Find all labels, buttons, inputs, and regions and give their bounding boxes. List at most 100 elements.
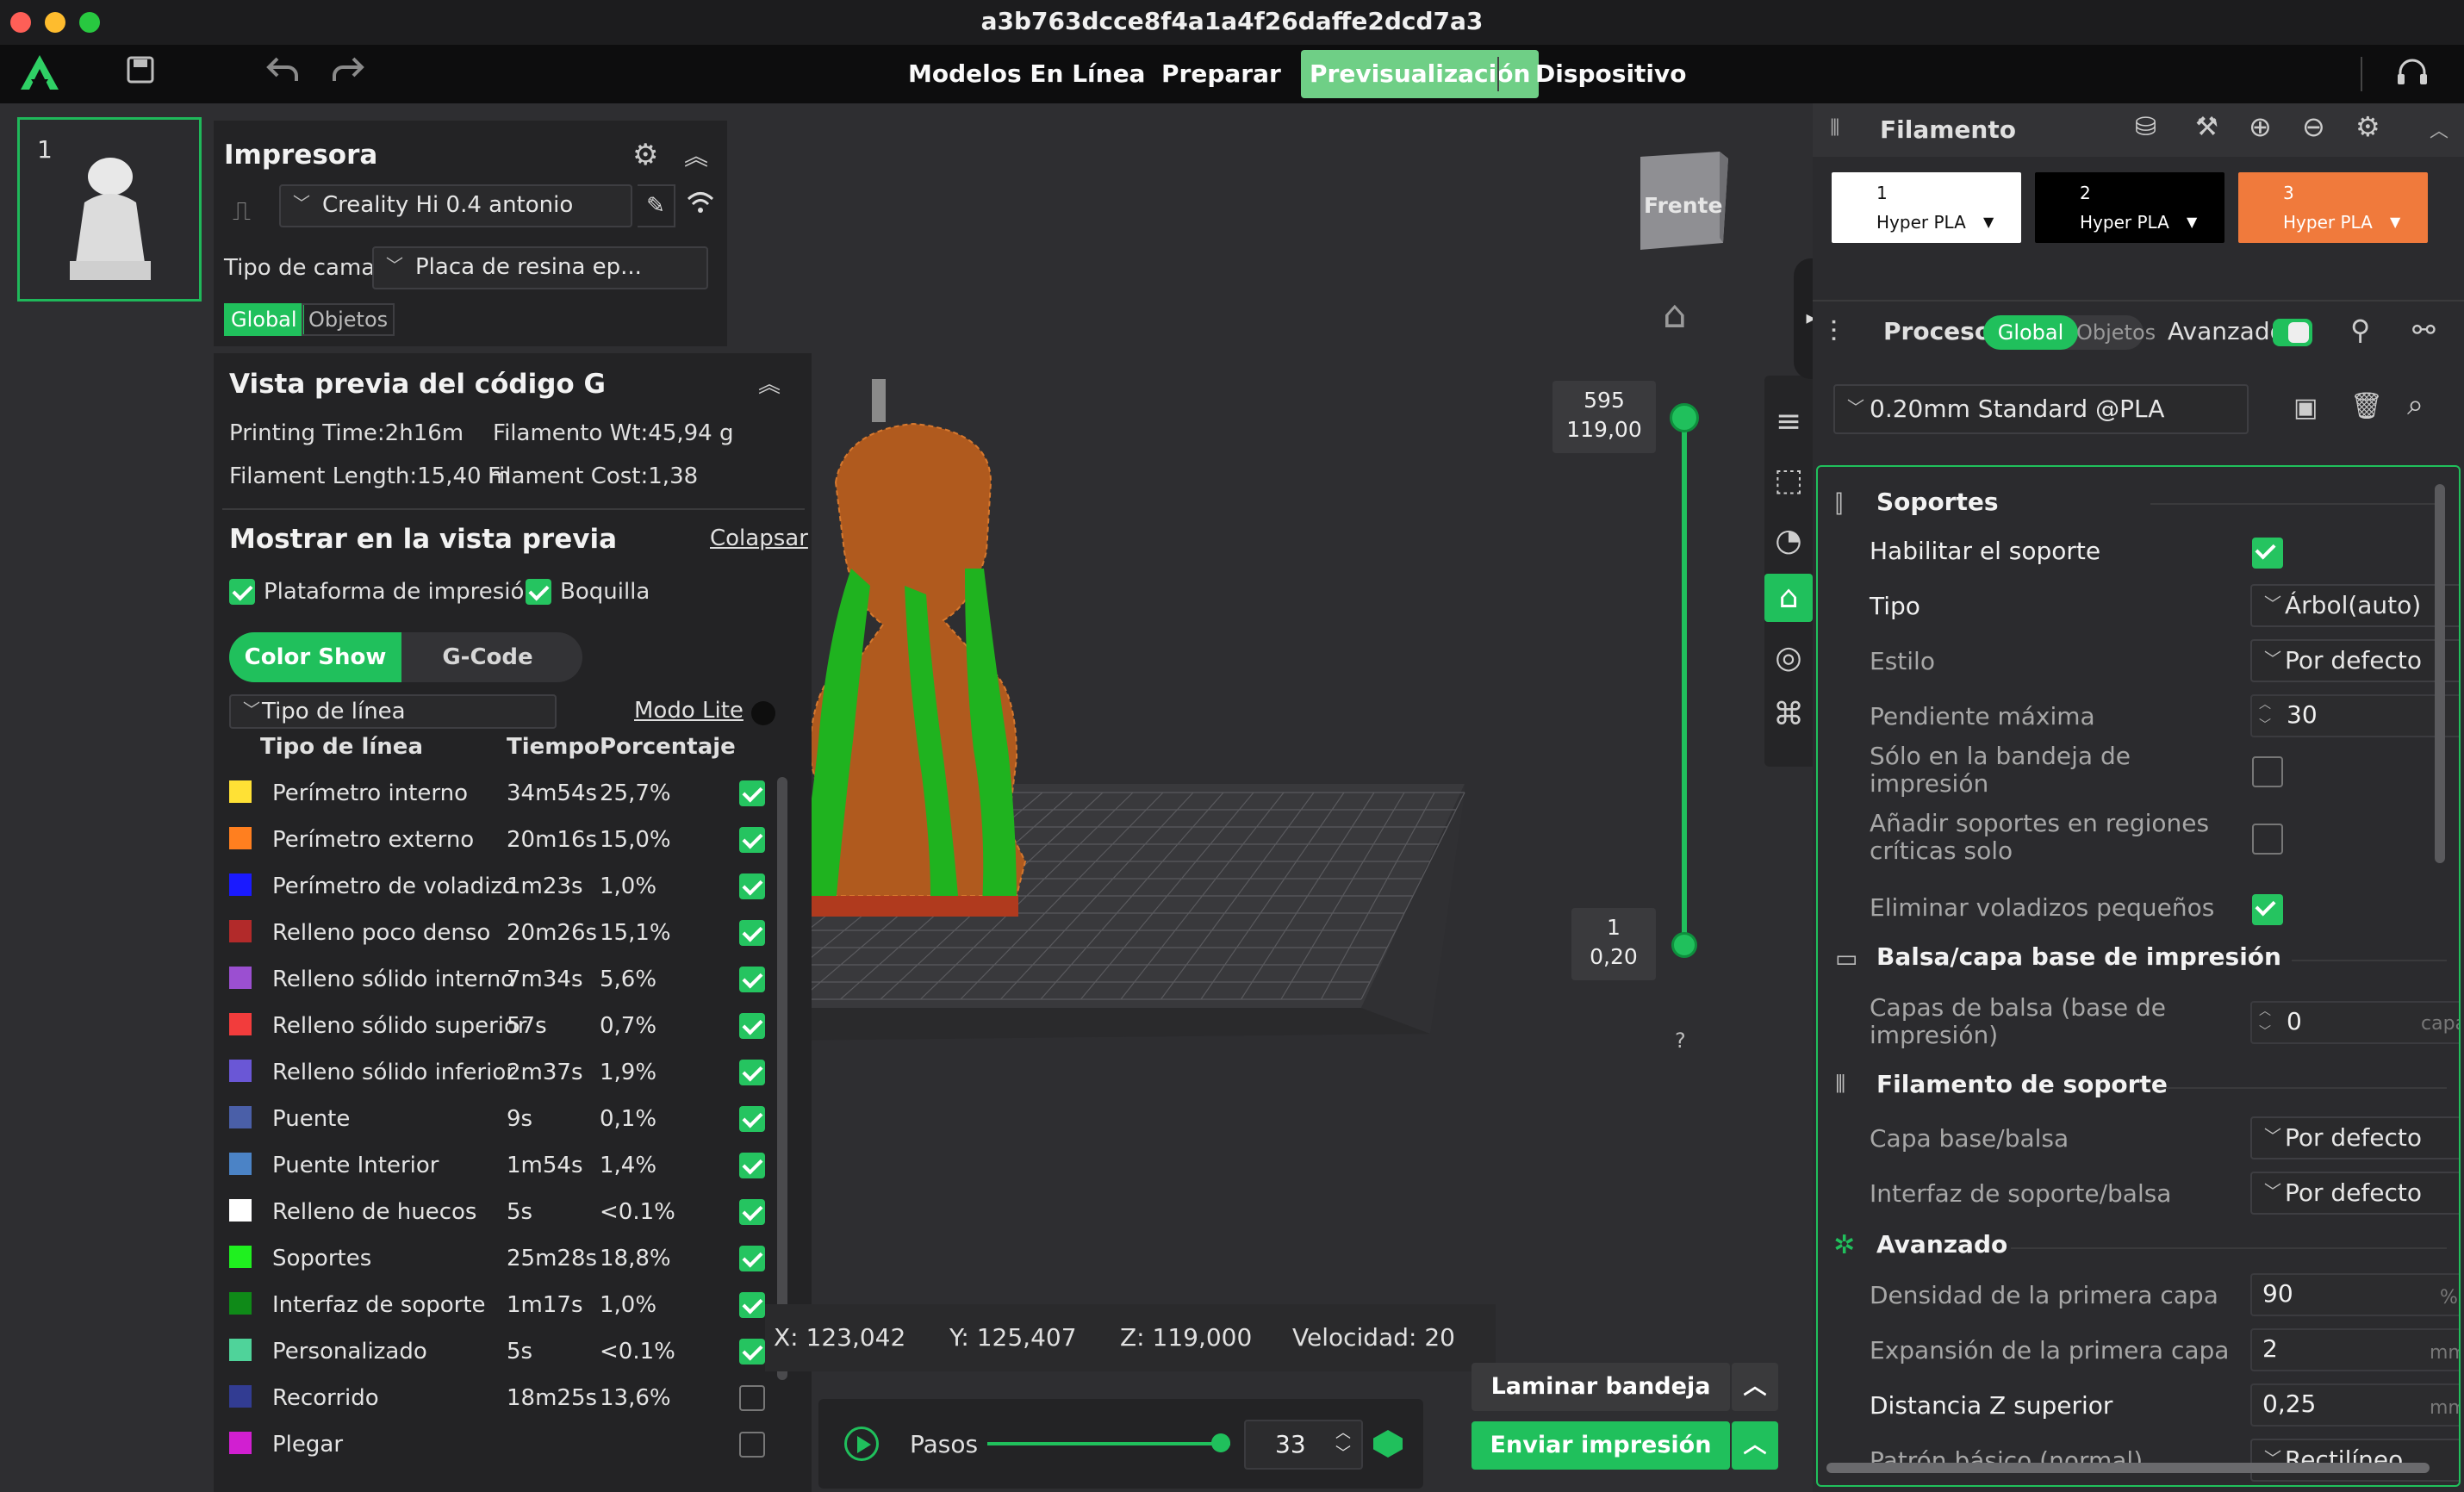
- raft-layers-stepper[interactable]: ︿ ﹀: [2259, 1001, 2271, 1042]
- show-bed-checkbox[interactable]: [229, 579, 255, 605]
- advanced-toggle[interactable]: [2273, 319, 2312, 346]
- home-view-icon[interactable]: ⌂: [1663, 293, 1687, 337]
- line-type-visibility-checkbox[interactable]: [739, 1199, 765, 1225]
- process-preset-select[interactable]: 0.20mm Standard @PLA: [1833, 384, 2249, 434]
- tab-process-objects[interactable]: Objetos: [2076, 315, 2156, 350]
- undo-icon[interactable]: [265, 55, 300, 92]
- play-button[interactable]: [844, 1427, 879, 1461]
- slice-plate-button[interactable]: Laminar bandeja: [1472, 1363, 1730, 1411]
- plate-thumbnail[interactable]: 1: [17, 117, 202, 302]
- filament-sync-icon[interactable]: ⛁: [2135, 112, 2156, 142]
- base-pattern-select[interactable]: Rectilíneo: [2250, 1439, 2459, 1482]
- steps-stepper[interactable]: ︿ ﹀: [1335, 1423, 1351, 1464]
- steps-slider-track[interactable]: [987, 1442, 1230, 1445]
- save-preset-icon[interactable]: ▣: [2293, 393, 2318, 423]
- max-slope-input[interactable]: 30: [2250, 694, 2459, 737]
- edit-printer-pencil-icon[interactable]: ✎: [638, 184, 675, 227]
- delete-preset-icon[interactable]: 🗑: [2350, 391, 2383, 421]
- line-type-visibility-checkbox[interactable]: [739, 1292, 765, 1318]
- support-paint-icon[interactable]: ⌂: [1764, 574, 1813, 622]
- layers-stack-icon[interactable]: [1373, 1430, 1403, 1458]
- filament-slot-dropdown-icon[interactable]: ▼: [2390, 214, 2400, 230]
- tab-printer-objects[interactable]: Objetos: [302, 303, 395, 336]
- lite-mode-toggle[interactable]: [751, 701, 775, 725]
- gcode-tab[interactable]: G-Code: [401, 632, 574, 682]
- process-share-icon[interactable]: ⚯: [2412, 314, 2436, 346]
- line-type-visibility-checkbox[interactable]: [739, 1106, 765, 1132]
- filament-slot-dropdown-icon[interactable]: ▼: [1983, 214, 1994, 230]
- list-scrollbar[interactable]: [777, 777, 787, 1380]
- critical-regions-checkbox[interactable]: [2252, 824, 2283, 855]
- first-layer-density-input[interactable]: 90: [2250, 1273, 2459, 1316]
- lite-mode-link[interactable]: Modo Lite: [634, 698, 744, 724]
- printer-settings-gear-icon[interactable]: ⚙: [632, 138, 658, 172]
- seam-icon[interactable]: ◎: [1764, 634, 1813, 682]
- printer-select[interactable]: Creality Hi 0.4 antonio: [279, 184, 632, 227]
- layer-slider-track[interactable]: [1682, 417, 1687, 948]
- color-show-tab[interactable]: Color Show: [229, 632, 401, 682]
- filament-slot-2[interactable]: 2 Hyper PLA ▼: [2035, 172, 2224, 243]
- filament-slot-dropdown-icon[interactable]: ▼: [2187, 214, 2197, 230]
- settings-horizontal-scrollbar[interactable]: [1826, 1463, 2430, 1473]
- support-style-select[interactable]: Por defecto: [2250, 639, 2459, 682]
- support-interface-select[interactable]: Por defecto: [2250, 1172, 2459, 1215]
- max-slope-stepper[interactable]: ︿ ﹀: [2259, 694, 2271, 736]
- line-type-visibility-checkbox[interactable]: [739, 920, 765, 946]
- line-type-visibility-checkbox[interactable]: [739, 967, 765, 992]
- show-nozzle-checkbox[interactable]: [526, 579, 551, 605]
- wifi-icon[interactable]: [686, 190, 715, 221]
- bottom-layer-handle[interactable]: [1671, 932, 1697, 958]
- search-settings-icon[interactable]: ⌕: [2407, 388, 2424, 422]
- only-bed-checkbox[interactable]: [2252, 756, 2283, 787]
- steps-slider-handle[interactable]: [1211, 1433, 1230, 1452]
- settings-vertical-scrollbar[interactable]: [2435, 484, 2445, 863]
- line-type-visibility-checkbox[interactable]: [739, 827, 765, 853]
- line-type-visibility-checkbox[interactable]: [739, 1153, 765, 1178]
- speed-gauge-icon[interactable]: ◔: [1764, 517, 1813, 565]
- tab-printer-global[interactable]: Global: [224, 303, 304, 336]
- filament-slot-1[interactable]: 1 Hyper PLA ▼: [1832, 172, 2021, 243]
- line-type-visibility-checkbox[interactable]: [739, 1246, 765, 1271]
- app-logo-icon[interactable]: [19, 53, 60, 99]
- remove-filament-icon[interactable]: ⊖: [2302, 110, 2325, 143]
- add-filament-icon[interactable]: ⊕: [2249, 110, 2272, 143]
- help-icon[interactable]: ?: [1675, 1029, 1686, 1053]
- line-type-visibility-checkbox[interactable]: [739, 1060, 765, 1085]
- top-layer-handle[interactable]: [1670, 403, 1699, 432]
- slice-options-chevron-icon[interactable]: ︿: [1732, 1363, 1778, 1411]
- tab-prepare[interactable]: Preparar: [1146, 50, 1297, 98]
- send-options-chevron-icon[interactable]: ︿: [1732, 1421, 1778, 1470]
- layer-height-icon[interactable]: ≡: [1764, 398, 1813, 446]
- view-cube[interactable]: Frente: [1633, 148, 1730, 250]
- bounding-box-icon[interactable]: ⬚: [1764, 457, 1813, 505]
- line-type-select[interactable]: Tipo de línea: [229, 694, 557, 729]
- send-print-button[interactable]: Enviar impresión: [1472, 1421, 1730, 1470]
- line-type-visibility-checkbox[interactable]: [739, 1013, 765, 1039]
- line-type-visibility-checkbox[interactable]: [739, 1432, 765, 1458]
- line-type-visibility-checkbox[interactable]: [739, 1385, 765, 1411]
- collapse-gcode-chevron-icon[interactable]: ︽: [758, 367, 781, 399]
- support-headset-icon[interactable]: [2395, 57, 2430, 96]
- filament-slot-3[interactable]: 3 Hyper PLA ▼: [2238, 172, 2428, 243]
- tab-process-global[interactable]: Global: [1983, 315, 2078, 350]
- line-type-visibility-checkbox[interactable]: [739, 780, 765, 806]
- collapse-printer-chevron-icon[interactable]: ︽: [684, 138, 708, 172]
- process-compare-icon[interactable]: ⚲: [2350, 314, 2370, 346]
- tab-preview[interactable]: Previsualización: [1301, 50, 1540, 98]
- modifier-icon[interactable]: ⌘: [1764, 691, 1813, 739]
- remove-small-overhangs-checkbox[interactable]: [2252, 894, 2283, 925]
- collapse-filament-chevron-icon[interactable]: ︿: [2430, 115, 2448, 143]
- tab-online-models[interactable]: Modelos En Línea: [893, 50, 1160, 98]
- base-raft-select[interactable]: Por defecto: [2250, 1116, 2459, 1159]
- collapse-link[interactable]: Colapsar: [710, 525, 808, 551]
- filament-settings-gear-icon[interactable]: ⚙: [2355, 110, 2380, 143]
- redo-icon[interactable]: [331, 55, 365, 92]
- enable-support-checkbox[interactable]: [2252, 538, 2283, 569]
- line-type-visibility-checkbox[interactable]: [739, 1339, 765, 1365]
- support-type-select[interactable]: Árbol(auto): [2250, 584, 2459, 627]
- save-icon[interactable]: [126, 55, 155, 92]
- line-type-visibility-checkbox[interactable]: [739, 873, 765, 899]
- tab-device[interactable]: Dispositivo: [1520, 50, 1702, 98]
- bed-type-select[interactable]: Placa de resina ep...: [372, 246, 708, 289]
- filament-nozzle-icon[interactable]: ⚒: [2195, 112, 2218, 142]
